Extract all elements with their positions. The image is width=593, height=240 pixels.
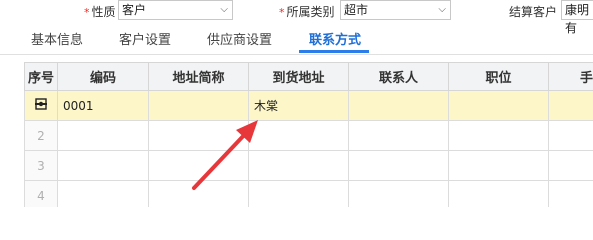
cell-position[interactable] (448, 180, 549, 207)
cell-phone[interactable] (548, 180, 593, 207)
cell-phone[interactable] (548, 120, 593, 151)
cell-phone[interactable] (548, 150, 593, 181)
category-label: * 所属类别 (279, 5, 335, 19)
tab-bar: 基本信息 客户设置 供应商设置 联系方式 (0, 24, 593, 55)
col-header-contact[interactable]: 联系人 (348, 62, 449, 91)
cell-contact[interactable] (348, 180, 449, 207)
col-header-index[interactable]: 序号 (24, 62, 58, 91)
cell-address[interactable] (248, 150, 349, 181)
cell-address[interactable]: 木棠 (248, 90, 349, 121)
active-tab-indicator (299, 50, 369, 53)
table-row[interactable]: 3 (24, 150, 593, 181)
cell-code[interactable] (57, 180, 149, 207)
cell-position[interactable] (448, 150, 549, 181)
col-header-address[interactable]: 到货地址 (248, 62, 349, 91)
nature-select[interactable]: 客户 ⌵ (118, 0, 233, 20)
settle-input[interactable]: 康明有 (561, 0, 593, 35)
cell-contact[interactable] (348, 90, 449, 121)
cell-contact[interactable] (348, 120, 449, 151)
cell-phone[interactable] (548, 90, 593, 121)
table-row[interactable]: 0001 木棠 (24, 90, 593, 121)
table-header: 序号 编码 地址简称 到货地址 联系人 职位 手 (24, 62, 593, 91)
row-number: 3 (24, 150, 58, 181)
form-row: * 性质 客户 ⌵ * 所属类别 超市 ⌵ 结算客户 康明有 (0, 0, 593, 35)
cell-position[interactable] (448, 90, 549, 121)
gear-icon[interactable] (35, 98, 47, 110)
cell-address[interactable] (248, 120, 349, 151)
row-number: 4 (24, 180, 58, 207)
settle-label: 结算客户 (509, 5, 558, 19)
contact-table: 序号 编码 地址简称 到货地址 联系人 职位 手 0001 木棠 2 3 4 (24, 62, 593, 207)
nature-value: 客户 (122, 3, 147, 17)
cell-contact[interactable] (348, 150, 449, 181)
cell-code[interactable] (57, 150, 149, 181)
col-header-code[interactable]: 编码 (57, 62, 149, 91)
chevron-down-icon[interactable]: ⌵ (438, 1, 446, 19)
category-value: 超市 (344, 3, 369, 17)
cell-short-name[interactable] (148, 180, 249, 207)
category-select[interactable]: 超市 ⌵ (340, 0, 451, 20)
col-header-phone[interactable]: 手 (548, 62, 593, 91)
cell-position[interactable] (448, 120, 549, 151)
chevron-down-icon[interactable]: ⌵ (220, 1, 228, 19)
contact-grid: 序号 编码 地址简称 到货地址 联系人 职位 手 0001 木棠 2 3 4 (24, 62, 593, 207)
row-number[interactable] (24, 90, 58, 121)
cell-short-name[interactable] (148, 120, 249, 151)
nature-label: * 性质 (84, 5, 116, 19)
cell-address[interactable] (248, 180, 349, 207)
col-header-position[interactable]: 职位 (448, 62, 549, 91)
tab-basic-info[interactable]: 基本信息 (31, 29, 83, 48)
col-header-short-name[interactable]: 地址简称 (148, 62, 249, 91)
table-row[interactable]: 4 (24, 180, 593, 207)
cell-short-name[interactable] (148, 150, 249, 181)
cell-code[interactable]: 0001 (57, 90, 149, 121)
tab-supplier-settings[interactable]: 供应商设置 (207, 29, 272, 48)
row-number: 2 (24, 120, 58, 151)
cell-code[interactable] (57, 120, 149, 151)
cell-short-name[interactable] (148, 90, 249, 121)
tab-contact[interactable]: 联系方式 (309, 29, 361, 48)
tab-customer-settings[interactable]: 客户设置 (119, 29, 171, 48)
table-row[interactable]: 2 (24, 120, 593, 151)
